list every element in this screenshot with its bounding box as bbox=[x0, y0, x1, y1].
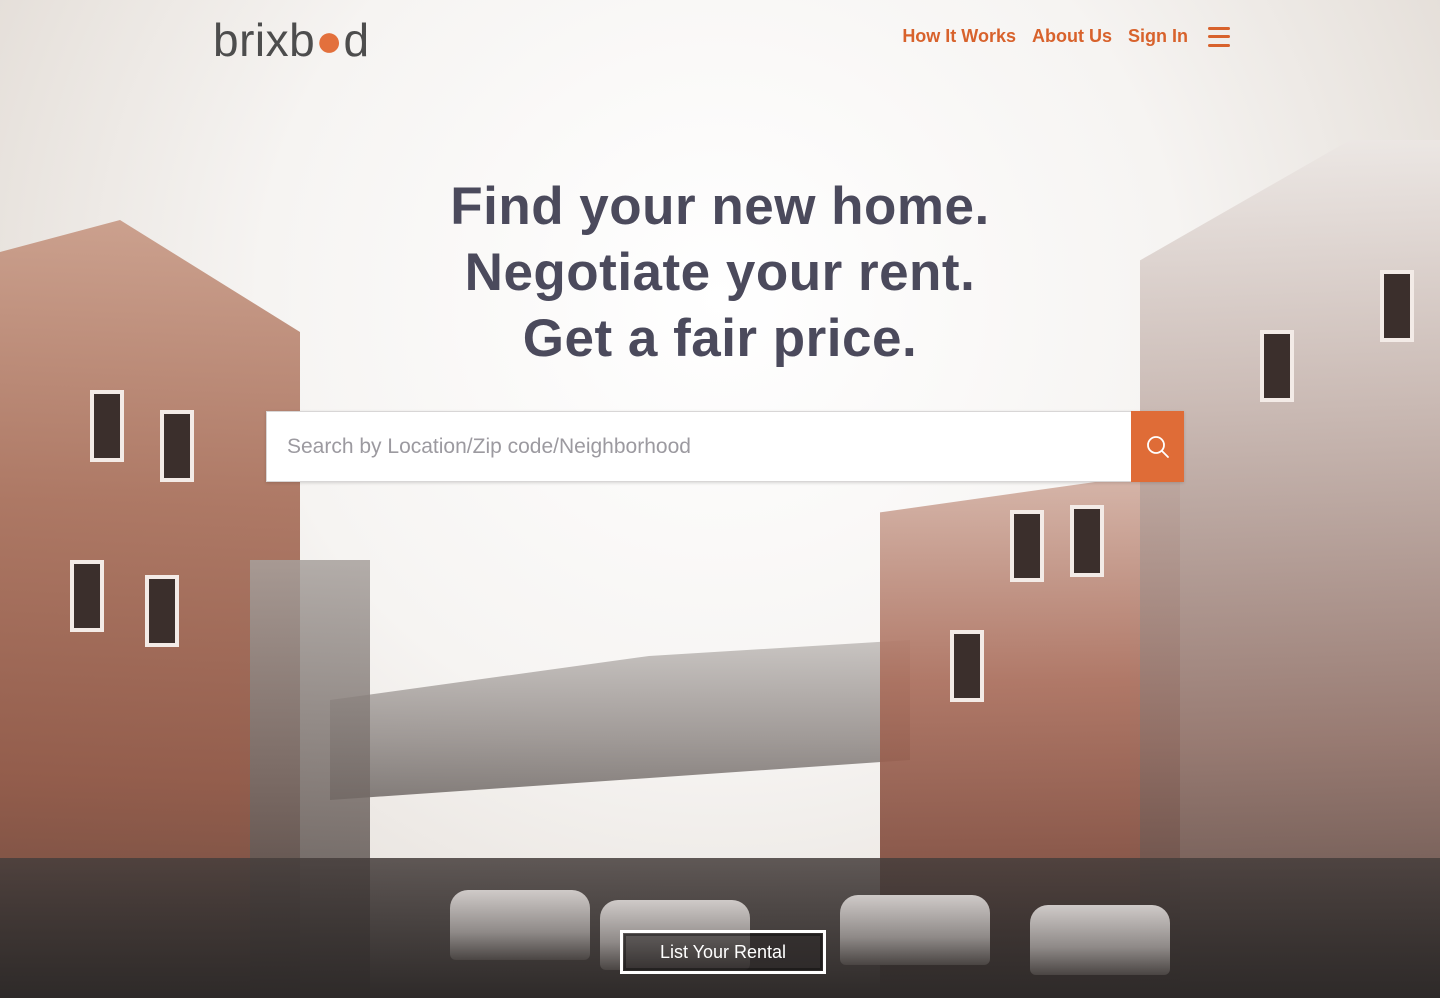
location-pin-icon: ● bbox=[315, 14, 344, 66]
building-window bbox=[950, 630, 984, 702]
hamburger-bar bbox=[1208, 35, 1230, 38]
nav-how-it-works[interactable]: How It Works bbox=[902, 26, 1016, 47]
building-window bbox=[90, 390, 124, 462]
building-window bbox=[1010, 510, 1044, 582]
logo-text-end: d bbox=[343, 14, 370, 66]
headline-line-1: Find your new home. bbox=[450, 177, 990, 236]
hamburger-bar bbox=[1208, 26, 1230, 30]
search-button[interactable] bbox=[1131, 411, 1184, 482]
car bbox=[1030, 905, 1170, 975]
nav-about-us[interactable]: About Us bbox=[1032, 26, 1112, 47]
building-window bbox=[1070, 505, 1104, 577]
nav-sign-in[interactable]: Sign In bbox=[1128, 26, 1188, 47]
search-icon bbox=[1146, 435, 1169, 458]
car bbox=[840, 895, 990, 965]
search-input[interactable] bbox=[266, 411, 1131, 482]
building-window bbox=[70, 560, 104, 632]
car bbox=[450, 890, 590, 960]
main-nav: How It Works About Us Sign In bbox=[886, 26, 1230, 47]
headline-line-3: Get a fair price. bbox=[522, 309, 918, 368]
hero-headline: Find your new home. Negotiate your rent.… bbox=[0, 174, 1440, 372]
building-window bbox=[145, 575, 179, 647]
headline-line-2: Negotiate your rent. bbox=[464, 243, 976, 302]
site-header: brixb●d How It Works About Us Sign In bbox=[0, 0, 1440, 80]
hero-background-image bbox=[0, 0, 1440, 998]
search-bar bbox=[266, 411, 1184, 482]
building-window bbox=[160, 410, 194, 482]
hamburger-bar bbox=[1208, 43, 1230, 47]
list-your-rental-button[interactable]: List Your Rental bbox=[620, 930, 826, 974]
logo-text-start: brixb bbox=[213, 14, 316, 66]
brixbid-logo[interactable]: brixb●d bbox=[213, 12, 370, 68]
hamburger-menu-icon[interactable] bbox=[1208, 26, 1230, 47]
